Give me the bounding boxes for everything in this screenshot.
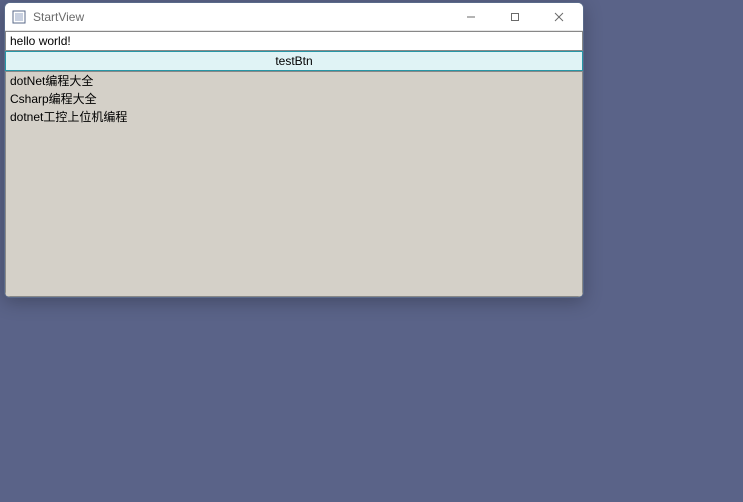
app-icon bbox=[11, 9, 27, 25]
text-input[interactable] bbox=[5, 31, 583, 51]
window-title: StartView bbox=[33, 10, 84, 24]
close-button[interactable] bbox=[537, 3, 581, 31]
test-button[interactable]: testBtn bbox=[5, 51, 583, 71]
minimize-button[interactable] bbox=[449, 3, 493, 31]
listbox[interactable]: dotNet编程大全 Csharp编程大全 dotnet工控上位机编程 bbox=[5, 71, 583, 297]
titlebar[interactable]: StartView bbox=[5, 3, 583, 31]
list-item[interactable]: dotNet编程大全 bbox=[6, 72, 582, 90]
client-area: testBtn dotNet编程大全 Csharp编程大全 dotnet工控上位… bbox=[5, 31, 583, 297]
list-item[interactable]: dotnet工控上位机编程 bbox=[6, 108, 582, 126]
app-window: StartView testBtn dotNet编程大全 Csharp编程大全 … bbox=[4, 2, 584, 298]
list-item[interactable]: Csharp编程大全 bbox=[6, 90, 582, 108]
maximize-button[interactable] bbox=[493, 3, 537, 31]
window-controls bbox=[449, 3, 581, 31]
